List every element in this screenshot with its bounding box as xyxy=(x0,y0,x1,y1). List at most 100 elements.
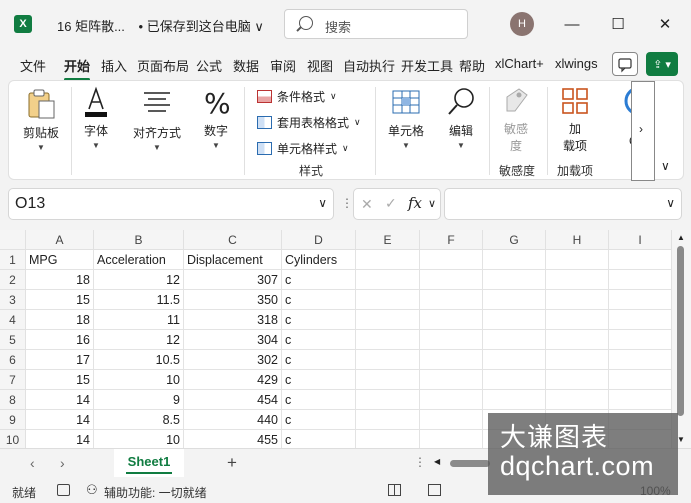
tab-help[interactable]: 帮助 xyxy=(459,56,485,75)
alignment-button[interactable]: 对齐方式 ▼ xyxy=(127,87,187,152)
sensitivity-button[interactable]: 敏感 度 xyxy=(497,85,535,154)
collapse-ribbon-button[interactable]: ∨ xyxy=(661,159,670,173)
grid-cell[interactable] xyxy=(356,290,420,310)
grid-cell[interactable] xyxy=(546,310,609,330)
tab-developer[interactable]: 开发工具 xyxy=(401,56,453,75)
grid-cell[interactable] xyxy=(356,390,420,410)
grid-cell[interactable] xyxy=(420,310,483,330)
conditional-format-button[interactable]: 条件格式 ∨ xyxy=(257,88,337,105)
grid-cell[interactable]: 10.5 xyxy=(94,350,184,370)
grid-cell[interactable] xyxy=(609,390,672,410)
tab-page-layout[interactable]: 页面布局 xyxy=(137,56,189,75)
grid-cell[interactable] xyxy=(546,330,609,350)
grid-cell[interactable]: 14 xyxy=(26,410,94,430)
grid-cell[interactable]: 429 xyxy=(184,370,282,390)
grid-cell[interactable] xyxy=(420,430,483,448)
grid-cell[interactable] xyxy=(546,290,609,310)
grid-cell[interactable] xyxy=(356,250,420,270)
grid-cell[interactable]: c xyxy=(282,390,356,410)
tab-insert[interactable]: 插入 xyxy=(101,56,127,75)
grid-cell[interactable]: 18 xyxy=(26,310,94,330)
grid-cell[interactable]: 455 xyxy=(184,430,282,448)
tab-view[interactable]: 视图 xyxy=(307,56,333,75)
document-title[interactable]: 16 矩阵散... • 已保存到这台电脑 ∨ xyxy=(57,16,264,35)
font-button[interactable]: 字体 ▼ xyxy=(79,85,113,150)
grid-cell[interactable]: 8.5 xyxy=(94,410,184,430)
prev-sheet-icon[interactable]: ‹ xyxy=(30,455,35,471)
insert-function-icon[interactable]: fx xyxy=(408,194,422,212)
column-header-c[interactable]: C xyxy=(184,230,282,250)
grid-cell[interactable]: c xyxy=(282,310,356,330)
addins-button[interactable]: 加 载项 xyxy=(555,85,595,154)
tab-xlwings[interactable]: xlwings xyxy=(555,56,598,71)
share-button[interactable]: ⇪ ▾ xyxy=(646,52,678,76)
editing-button[interactable]: 编辑 ▼ xyxy=(441,85,481,150)
grid-cell[interactable] xyxy=(420,270,483,290)
cells-button[interactable]: 单元格 ▼ xyxy=(383,85,429,150)
macro-record-icon[interactable] xyxy=(57,484,70,496)
grid-cell[interactable] xyxy=(420,390,483,410)
grid-cell[interactable]: 18 xyxy=(26,270,94,290)
grid-cell[interactable] xyxy=(356,370,420,390)
grid-cell[interactable] xyxy=(483,370,546,390)
cell-styles-button[interactable]: 单元格样式 ∨ xyxy=(257,140,349,157)
tab-automate[interactable]: 自动执行 xyxy=(343,56,395,75)
grid-cell[interactable]: 318 xyxy=(184,310,282,330)
column-header-i[interactable]: I xyxy=(609,230,672,250)
row-header[interactable]: 6 xyxy=(0,350,26,370)
grid-cell[interactable]: 9 xyxy=(94,390,184,410)
grid-cell[interactable] xyxy=(420,410,483,430)
grid-cell[interactable]: 11 xyxy=(94,310,184,330)
tab-formulas[interactable]: 公式 xyxy=(196,56,222,75)
grid-cell[interactable] xyxy=(609,330,672,350)
column-header-e[interactable]: E xyxy=(356,230,420,250)
grid-cell[interactable] xyxy=(356,330,420,350)
select-all-corner[interactable] xyxy=(0,230,26,250)
grid-cell[interactable] xyxy=(483,390,546,410)
column-header-a[interactable]: A xyxy=(26,230,94,250)
page-layout-view-icon[interactable] xyxy=(428,484,441,496)
grid-cell[interactable]: 15 xyxy=(26,290,94,310)
grid-cell[interactable] xyxy=(609,270,672,290)
ribbon-scroll-right[interactable]: › xyxy=(631,81,655,181)
grid-cell[interactable]: c xyxy=(282,270,356,290)
grid-cell[interactable] xyxy=(420,290,483,310)
grid-cell[interactable] xyxy=(609,310,672,330)
grid-cell[interactable] xyxy=(356,410,420,430)
row-header[interactable]: 7 xyxy=(0,370,26,390)
tab-file[interactable]: 文件 xyxy=(20,56,46,75)
grid-cell[interactable]: 12 xyxy=(94,330,184,350)
grid-cell[interactable] xyxy=(546,390,609,410)
close-button[interactable]: ✕ xyxy=(650,10,680,38)
row-header[interactable]: 1 xyxy=(0,250,26,270)
accessibility-status[interactable]: 辅助功能: 一切就绪 xyxy=(104,484,207,501)
comments-button[interactable] xyxy=(612,52,638,76)
grid-cell[interactable]: 14 xyxy=(26,430,94,448)
grid-cell[interactable] xyxy=(546,350,609,370)
tab-data[interactable]: 数据 xyxy=(233,56,259,75)
sheet-tab-sheet1[interactable]: Sheet1 xyxy=(114,449,184,477)
grid-cell[interactable]: 302 xyxy=(184,350,282,370)
grid-cell[interactable]: MPG xyxy=(26,250,94,270)
grid-cell[interactable] xyxy=(483,270,546,290)
grid-cell[interactable] xyxy=(420,350,483,370)
column-header-b[interactable]: B xyxy=(94,230,184,250)
grid-cell[interactable] xyxy=(483,310,546,330)
grid-cell[interactable] xyxy=(356,270,420,290)
scroll-left-icon[interactable]: ◀ xyxy=(434,457,440,466)
confirm-icon[interactable]: ✓ xyxy=(385,195,397,212)
grid-cell[interactable]: c xyxy=(282,290,356,310)
grid-cell[interactable]: c xyxy=(282,350,356,370)
row-header[interactable]: 5 xyxy=(0,330,26,350)
column-header-f[interactable]: F xyxy=(420,230,483,250)
grid-cell[interactable]: c xyxy=(282,430,356,448)
grid-cell[interactable]: c xyxy=(282,410,356,430)
grid-cell[interactable] xyxy=(420,370,483,390)
grid-cell[interactable]: c xyxy=(282,370,356,390)
grid-cell[interactable] xyxy=(546,270,609,290)
next-sheet-icon[interactable]: › xyxy=(60,455,65,471)
search-box[interactable]: 搜索 xyxy=(284,9,468,39)
grid-cell[interactable] xyxy=(609,250,672,270)
horizontal-scroll-thumb[interactable] xyxy=(450,460,490,467)
name-box[interactable]: O13 ∨ xyxy=(8,188,334,220)
